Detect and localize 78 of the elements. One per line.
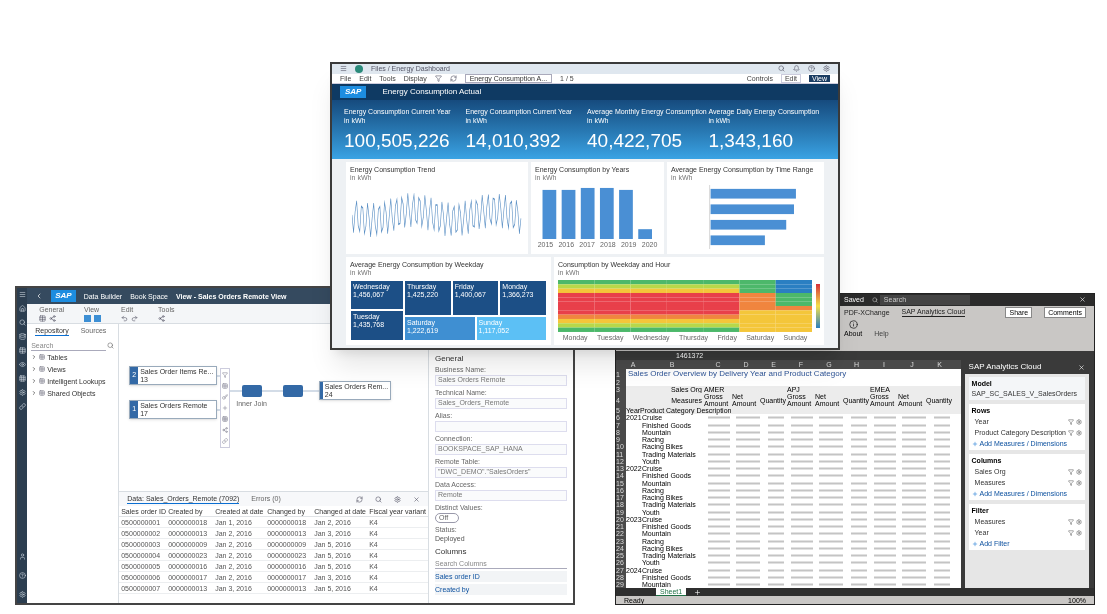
search-icon[interactable] (778, 65, 785, 73)
menu-icon[interactable] (18, 291, 26, 298)
table-icon[interactable] (39, 315, 47, 322)
kpi-value: 1,343,160 (708, 131, 795, 151)
color-scale-drawing (816, 284, 820, 328)
sap-logo: SAP (51, 290, 76, 302)
add-icon[interactable] (971, 440, 978, 447)
add-icon[interactable] (971, 540, 978, 547)
settings-icon[interactable] (1076, 468, 1082, 475)
kpi-value: 100,505,226 (344, 131, 451, 151)
sheet-title: Sales Order Overview by Delivery Year and Product Category (628, 370, 847, 379)
close-icon[interactable] (413, 495, 420, 503)
filter-icon[interactable] (434, 74, 442, 82)
settings-icon[interactable] (1076, 479, 1082, 486)
help-icon[interactable] (808, 65, 815, 73)
nav-icon[interactable] (18, 305, 26, 312)
nav-icon[interactable] (18, 347, 26, 354)
nav-icon[interactable] (18, 361, 26, 368)
table-icon (39, 378, 46, 384)
tool-icon[interactable] (222, 438, 229, 445)
add-icon[interactable] (971, 490, 978, 497)
refresh-icon[interactable] (449, 74, 457, 82)
section-title: General (435, 355, 465, 363)
settings-icon[interactable] (394, 495, 401, 503)
nav-icon[interactable] (18, 375, 26, 382)
settings-icon[interactable] (1076, 429, 1082, 436)
undo-icon[interactable] (121, 315, 129, 322)
settings-icon[interactable] (823, 65, 830, 73)
close-icon[interactable] (1079, 296, 1086, 304)
chevron-icon[interactable] (31, 390, 38, 396)
filter-icon[interactable] (1068, 529, 1074, 536)
nav-icon[interactable] (18, 389, 26, 396)
add-sheet-icon[interactable] (694, 588, 702, 596)
dashboard-title: Energy Consumption Actual (382, 88, 482, 97)
sap-logo: SAP (340, 86, 367, 99)
search-icon[interactable] (107, 342, 115, 349)
chevron-icon[interactable] (31, 366, 38, 372)
join-node[interactable] (242, 385, 263, 397)
table-icon (39, 354, 46, 360)
projection-node[interactable] (283, 385, 304, 397)
section-title: Columns (435, 548, 468, 556)
redo-icon[interactable] (131, 315, 139, 322)
tool-icon[interactable] (222, 416, 229, 423)
hierarchy-icon[interactable] (158, 315, 166, 322)
settings-icon[interactable] (1076, 529, 1082, 536)
tool-icon[interactable] (222, 393, 229, 400)
filter-icon[interactable] (1068, 418, 1074, 425)
user-icon[interactable] (18, 553, 26, 560)
nav-icon[interactable] (18, 333, 26, 340)
avatar-icon (355, 64, 363, 73)
filter-icon[interactable] (1068, 518, 1074, 525)
tool-icon[interactable] (222, 405, 229, 411)
table-icon (39, 366, 46, 372)
nav-icon[interactable] (18, 319, 26, 326)
text-field[interactable] (435, 421, 567, 432)
search-icon[interactable] (375, 495, 382, 503)
kpi-value: 14,010,392 (465, 131, 562, 151)
tool-icon[interactable] (222, 427, 229, 434)
close-icon[interactable] (1078, 363, 1085, 371)
tool-icon[interactable] (222, 382, 229, 389)
settings-icon[interactable] (1076, 518, 1082, 525)
chevron-icon[interactable] (31, 378, 38, 384)
search-icon (871, 296, 878, 303)
menu-icon[interactable] (340, 65, 347, 73)
info-icon (848, 319, 858, 329)
bell-icon[interactable] (793, 65, 800, 73)
kpi-value: 40,422,705 (587, 131, 684, 151)
refresh-icon[interactable] (356, 495, 363, 503)
table-icon (39, 390, 46, 396)
panel-title: SAP Analytics Cloud (968, 363, 1042, 372)
filter-icon[interactable] (1068, 479, 1074, 486)
settings-icon[interactable] (1076, 418, 1082, 425)
filter-icon[interactable] (1068, 429, 1074, 436)
tool-icon[interactable] (222, 371, 229, 378)
nav-icon[interactable] (18, 403, 26, 410)
filter-icon[interactable] (1068, 468, 1074, 475)
chevron-icon[interactable] (31, 354, 38, 360)
share-icon[interactable] (49, 315, 57, 322)
